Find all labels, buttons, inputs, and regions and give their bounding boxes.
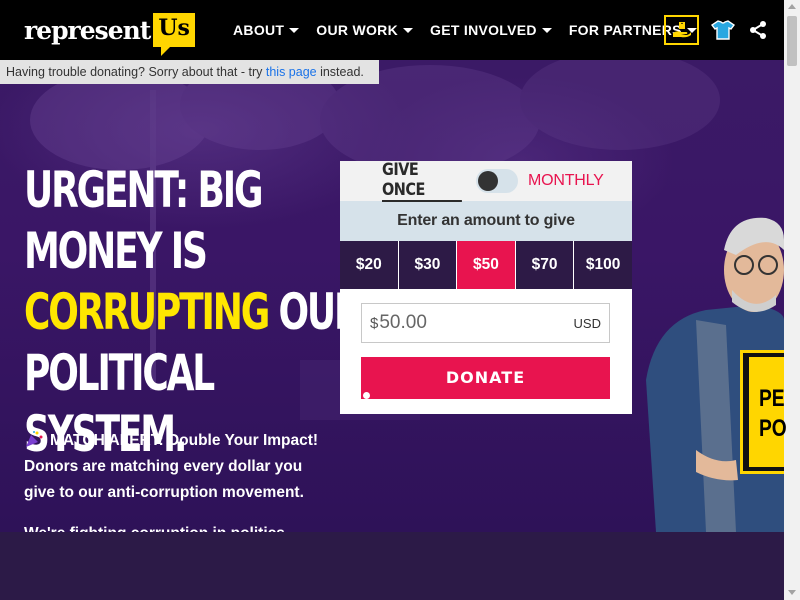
- match-alert-title: MATCH ALERT: Double Your Impact!: [24, 428, 344, 454]
- shirt-icon[interactable]: [711, 18, 735, 42]
- amount-button-70[interactable]: $70: [515, 241, 575, 289]
- amount-buttons: $20 $30 $50 $70 $100: [340, 241, 632, 289]
- nav-our-work[interactable]: OUR WORK: [316, 22, 414, 38]
- indicator-dot: [363, 392, 370, 399]
- match-alert-line-2: Donors are matching every dollar you: [24, 458, 303, 475]
- notice-text: Having trouble donating? Sorry about tha…: [6, 65, 266, 79]
- sign-text: PE PO: [759, 384, 787, 444]
- donate-hand-icon: [672, 22, 691, 38]
- monthly-option[interactable]: MONTHLY: [528, 172, 604, 190]
- amount-value: 50.00: [379, 312, 427, 333]
- currency-symbol: $: [370, 314, 379, 332]
- hero-headline: URGENT: BIG MONEY IS CORRUPTING OUR POLI…: [24, 160, 362, 465]
- toggle-knob: [478, 171, 498, 191]
- frequency-selector: GIVE ONCE MONTHLY: [340, 160, 632, 202]
- main-nav: ABOUT OUR WORK GET INVOLVED FOR PARTNERS: [233, 0, 714, 60]
- amount-button-50[interactable]: $50: [457, 241, 516, 289]
- sign-text-line-1: PE: [759, 385, 785, 412]
- donate-button[interactable]: DONATE: [361, 357, 610, 399]
- nav-get-involved[interactable]: GET INVOLVED: [430, 22, 552, 38]
- match-alert: MATCH ALERT: Double Your Impact! Donors …: [24, 428, 344, 506]
- give-once-option[interactable]: GIVE ONCE: [382, 160, 462, 202]
- chevron-down-icon: [403, 27, 414, 33]
- content-band: [0, 532, 784, 600]
- nav-about-label: ABOUT: [233, 22, 285, 38]
- headline-highlight: CORRUPTING: [24, 283, 270, 341]
- logo-us-badge: Us: [153, 13, 195, 56]
- page-scrollbar[interactable]: [784, 0, 800, 600]
- chevron-down-icon: [289, 27, 300, 33]
- donation-trouble-notice: Having trouble donating? Sorry about tha…: [0, 60, 379, 84]
- chevron-down-icon: [541, 27, 552, 33]
- headline-line-1: URGENT: BIG: [24, 161, 264, 219]
- donate-hand-button[interactable]: [664, 15, 699, 45]
- notice-text-end: instead.: [316, 65, 364, 79]
- sign-text-line-2: PO: [759, 415, 787, 442]
- site-logo[interactable]: represent Us: [24, 10, 195, 56]
- match-alert-title-text: MATCH ALERT: Double Your Impact!: [50, 432, 319, 449]
- scroll-thumb[interactable]: [787, 16, 797, 66]
- headline-line-2: MONEY IS: [24, 222, 208, 280]
- headline-line-3: CORRUPTING OUR: [24, 282, 362, 343]
- party-popper-icon: [26, 431, 43, 447]
- match-alert-line-3: give to our anti-corruption movement.: [24, 484, 304, 501]
- amount-button-20[interactable]: $20: [340, 241, 399, 289]
- share-icon[interactable]: [748, 20, 768, 40]
- amount-button-30[interactable]: $30: [398, 241, 458, 289]
- amount-prompt: Enter an amount to give: [340, 201, 632, 241]
- frequency-toggle[interactable]: [476, 169, 518, 193]
- nav-about[interactable]: ABOUT: [233, 22, 300, 38]
- hero-body-text: We're fighting corruption in politics: [24, 524, 324, 532]
- currency-code: USD: [573, 315, 601, 331]
- alternate-page-link[interactable]: this page: [266, 65, 317, 79]
- nav-get-involved-label: GET INVOLVED: [430, 22, 537, 38]
- amount-input[interactable]: $ 50.00 USD: [361, 303, 610, 343]
- scroll-up-arrow[interactable]: [788, 4, 796, 9]
- donation-widget: GIVE ONCE MONTHLY Enter an amount to giv…: [340, 160, 632, 414]
- nav-our-work-label: OUR WORK: [316, 22, 399, 38]
- amount-button-100[interactable]: $100: [574, 241, 632, 289]
- site-header: represent Us ABOUT OUR WORK GET INVOLVED…: [0, 0, 784, 60]
- logo-word: represent: [24, 15, 151, 45]
- scroll-down-arrow[interactable]: [788, 590, 796, 595]
